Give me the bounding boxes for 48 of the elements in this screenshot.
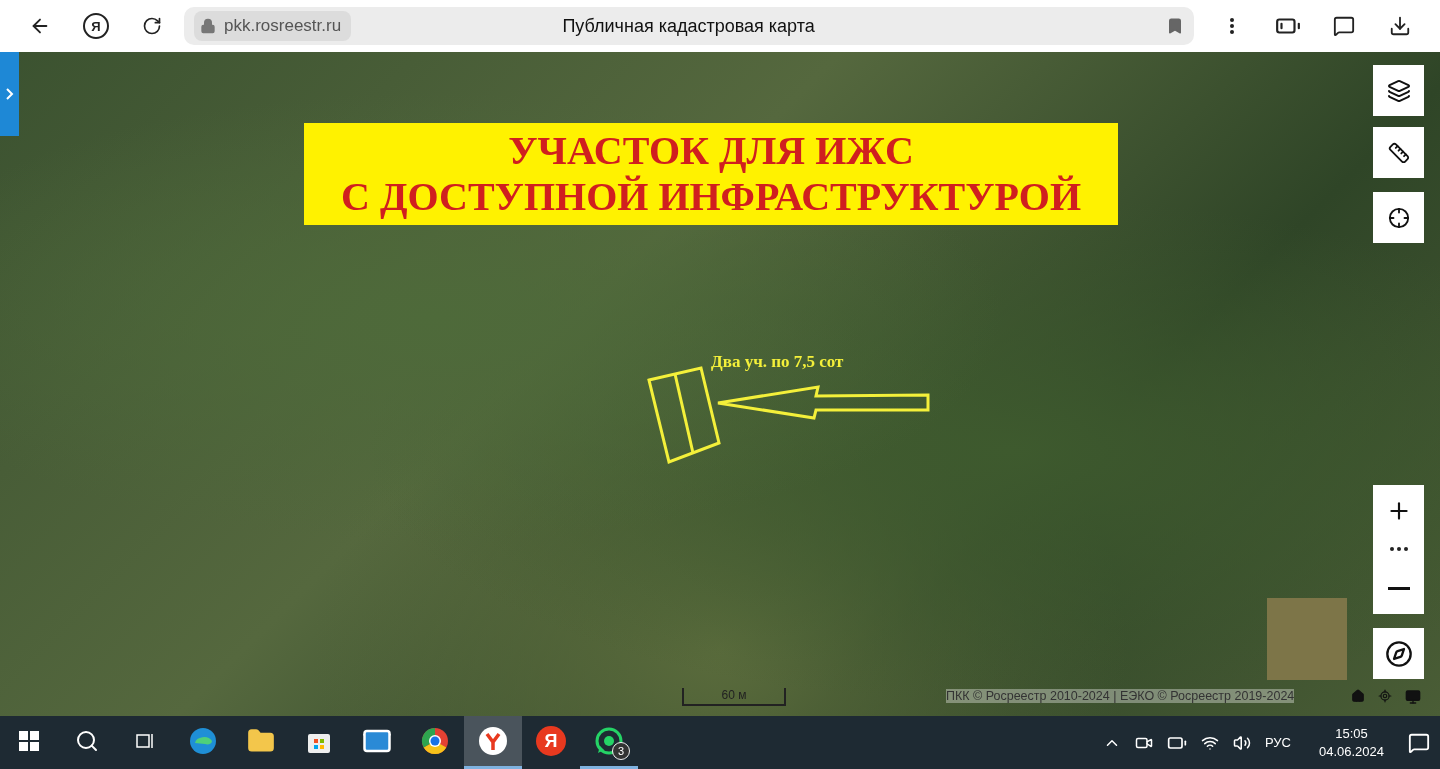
minus-icon <box>1387 587 1410 590</box>
monitor-icon[interactable] <box>1405 689 1421 705</box>
date-text: 04.06.2024 <box>1318 742 1384 761</box>
compass-button[interactable] <box>1373 628 1424 679</box>
dots-icon <box>1389 547 1408 551</box>
language-indicator[interactable]: РУС <box>1264 735 1291 750</box>
side-panel-toggle[interactable] <box>0 52 19 136</box>
whatsapp-icon <box>594 726 624 756</box>
notification-badge: 3 <box>612 742 630 760</box>
chevron-right-icon <box>4 87 15 101</box>
more-icon <box>1230 18 1234 34</box>
ruler-icon <box>1387 141 1410 164</box>
crosshair-icon <box>1387 206 1410 229</box>
lock-icon <box>200 18 216 34</box>
locate-button[interactable] <box>1373 192 1424 243</box>
folder-icon <box>247 727 275 755</box>
chat-icon <box>1333 15 1355 37</box>
banner-text: С ДОСТУПНОЙ ИНФРАСТРУКТУРОЙ <box>341 174 1081 220</box>
attribution-text: ПКК © Росреестр 2010-2024 | ЕЭКО © Росреестр 2019-2024 <box>946 689 1295 703</box>
search-icon <box>75 729 99 753</box>
taskbar-app[interactable]: 3 <box>580 716 638 769</box>
clock[interactable]: 15:05 04.06.2024 <box>1318 724 1384 761</box>
yandex-home-button[interactable]: Я <box>68 6 124 46</box>
reload-icon <box>142 16 162 36</box>
scale-text: 60 м <box>721 688 747 704</box>
notifications-icon[interactable] <box>1408 731 1430 754</box>
layers-icon <box>1386 78 1411 103</box>
banner-text: УЧАСТОК ДЛЯ ИЖС <box>508 128 914 174</box>
page-title: Публичная кадастровая карта <box>561 15 816 37</box>
yandex-browser-icon <box>478 726 508 756</box>
address-bar[interactable]: pkk.rosreestr.ru Публичная кадастровая карта <box>184 7 1194 45</box>
compass-icon <box>1384 639 1413 668</box>
ruler-button[interactable] <box>1373 127 1424 178</box>
parcel-label: Два уч. по 7,5 сот <box>711 352 844 372</box>
taskbar-app[interactable]: Я <box>522 716 580 769</box>
chrome-icon <box>421 727 449 755</box>
volume-icon[interactable] <box>1232 733 1251 752</box>
satellite-map[interactable]: УЧАСТОК ДЛЯ ИЖС С ДОСТУПНОЙ ИНФРАСТРУКТУРОЙ Два уч. по 7,5 сот 60 м ПКК © Росреестр 2010-2024 | ЕЭКО © Росреестр 2019-2024 <box>0 52 1440 716</box>
crosshair-icon[interactable] <box>1378 689 1392 703</box>
yandex-app-icon: Я <box>536 726 566 756</box>
url-text[interactable]: pkk.rosreestr.ru <box>194 11 352 41</box>
home-icon[interactable] <box>1351 689 1365 703</box>
layers-button[interactable] <box>1373 65 1424 116</box>
windows-icon <box>19 731 39 751</box>
time-text: 15:05 <box>1335 724 1368 743</box>
taskbar-app[interactable] <box>464 716 522 769</box>
download-icon <box>1389 15 1411 37</box>
bookmark-icon[interactable] <box>1166 17 1184 35</box>
